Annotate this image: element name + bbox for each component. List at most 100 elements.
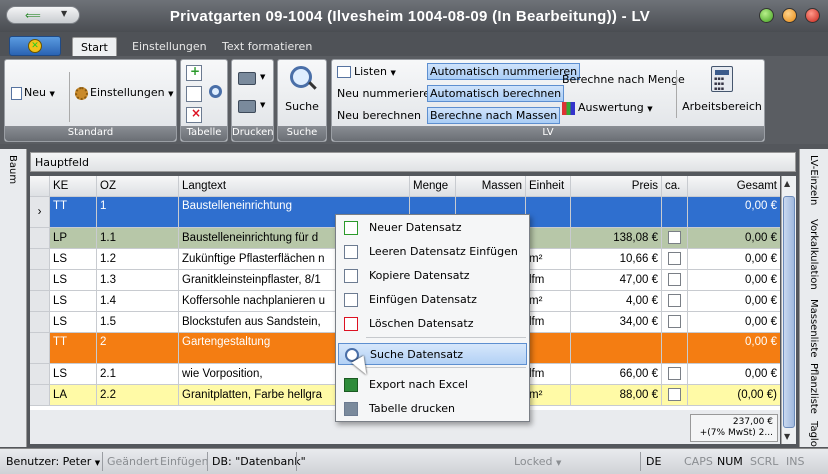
cell-gesamt[interactable]: (0,00 €) — [688, 385, 780, 405]
scrollbar-thumb[interactable] — [783, 196, 795, 428]
cell-einheit[interactable]: lfm — [526, 312, 571, 332]
cell-preis[interactable]: 34,00 € — [571, 312, 662, 332]
locked-dropdown[interactable]: Locked ▼ — [514, 455, 561, 468]
row-indicator[interactable] — [30, 228, 50, 248]
col-header-menge[interactable]: Menge — [410, 176, 456, 196]
cell-oz[interactable]: 1.2 — [97, 249, 179, 269]
tab-einstellungen[interactable]: Einstellungen — [124, 37, 215, 56]
ca-checkbox[interactable] — [668, 294, 681, 308]
cell-ca[interactable] — [662, 333, 688, 363]
row-indicator[interactable]: › — [30, 197, 50, 227]
cell-preis[interactable]: 88,00 € — [571, 385, 662, 405]
chevron-down-icon[interactable]: ▼ — [260, 101, 265, 109]
quick-access-toolbar[interactable]: ⟸ ▼ — [6, 6, 80, 24]
cell-preis[interactable]: 138,08 € — [571, 228, 662, 248]
cell-oz[interactable]: 1.5 — [97, 312, 179, 332]
cell-ke[interactable]: LA — [50, 385, 97, 405]
cell-oz[interactable]: 1.3 — [97, 270, 179, 290]
listen-button[interactable]: Listen ▼ — [337, 65, 396, 78]
kopiere-datensatz-item[interactable]: Kopiere Datensatz — [338, 265, 527, 287]
automatisch-berechnen-toggle[interactable]: Automatisch berechnen — [427, 85, 565, 102]
cell-ke[interactable]: LS — [50, 364, 97, 384]
cell-einheit[interactable]: lfm — [526, 364, 571, 384]
row-indicator[interactable] — [30, 270, 50, 290]
print-preview-icon[interactable] — [238, 100, 256, 113]
cell-preis[interactable]: 4,00 € — [571, 291, 662, 311]
cell-ca[interactable] — [662, 364, 688, 384]
row-indicator[interactable] — [30, 333, 50, 363]
minimize-button[interactable] — [759, 8, 774, 23]
cell-ca[interactable] — [662, 291, 688, 311]
tab-baum[interactable]: Baum — [7, 155, 18, 184]
row-indicator[interactable] — [30, 249, 50, 269]
tab-massenliste[interactable]: Massenliste — [808, 299, 819, 358]
neu-button[interactable]: Neu ▼ — [11, 86, 55, 100]
loeschen-datensatz-item[interactable]: Löschen Datensatz — [338, 313, 527, 335]
col-header-gesamt[interactable]: Gesamt — [688, 176, 780, 196]
cell-gesamt[interactable]: 0,00 € — [688, 364, 780, 384]
neu-nummerieren-button[interactable]: Neu nummerieren — [337, 87, 437, 100]
tab-taglo[interactable]: Taglo — [808, 421, 819, 447]
maximize-button[interactable] — [782, 8, 797, 23]
col-header-massen[interactable]: Massen — [456, 176, 526, 196]
cell-ke[interactable]: TT — [50, 197, 97, 227]
ca-checkbox[interactable] — [668, 231, 681, 245]
cell-ke[interactable]: LS — [50, 249, 97, 269]
cell-preis[interactable]: 47,00 € — [571, 270, 662, 290]
suche-button[interactable]: Suche — [278, 60, 326, 126]
cell-gesamt[interactable]: 0,00 € — [688, 270, 780, 290]
berechne-nach-menge-button[interactable]: Berechne nach Menge — [562, 73, 685, 86]
insert-row-icon[interactable] — [186, 86, 202, 102]
scroll-up-icon[interactable]: ▲ — [784, 179, 790, 188]
cell-gesamt[interactable]: 0,00 € — [688, 197, 780, 227]
row-indicator[interactable] — [30, 364, 50, 384]
tab-pflanzliste[interactable]: Pflanzliste — [808, 363, 819, 414]
tab-start[interactable]: Start — [72, 37, 117, 56]
col-header-langtext[interactable]: Langtext — [179, 176, 410, 196]
back-arrow-icon[interactable]: ⟸ — [25, 9, 41, 22]
einfuegen-datensatz-item[interactable]: Einfügen Datensatz — [338, 289, 527, 311]
col-header-oz[interactable]: OZ — [97, 176, 179, 196]
tab-lv-einzeln[interactable]: LV-Einzeln — [808, 155, 819, 205]
cell-einheit[interactable] — [526, 228, 571, 248]
ca-checkbox[interactable] — [668, 388, 681, 402]
cell-oz[interactable]: 2.2 — [97, 385, 179, 405]
cell-einheit[interactable]: m² — [526, 291, 571, 311]
cell-ke[interactable]: TT — [50, 333, 97, 363]
arbeitsbereich-button[interactable]: Arbeitsbereich — [682, 60, 762, 126]
tabelle-drucken-item[interactable]: Tabelle drucken — [338, 398, 527, 420]
cell-einheit[interactable] — [526, 333, 571, 363]
cell-gesamt[interactable]: 0,00 € — [688, 228, 780, 248]
benutzer-dropdown[interactable]: Benutzer: Peter ▼ — [6, 455, 100, 468]
chevron-down-icon[interactable]: ▼ — [260, 73, 265, 81]
neuer-datensatz-item[interactable]: Neuer Datensatz — [338, 217, 527, 239]
col-header-einheit[interactable]: Einheit — [526, 176, 571, 196]
cell-gesamt[interactable]: 0,00 € — [688, 249, 780, 269]
cell-einheit[interactable]: m² — [526, 249, 571, 269]
cell-ca[interactable] — [662, 228, 688, 248]
cell-oz[interactable]: 1 — [97, 197, 179, 227]
cell-preis[interactable] — [571, 333, 662, 363]
scroll-down-icon[interactable]: ▼ — [784, 432, 790, 441]
export-nach-excel-item[interactable]: Export nach Excel — [338, 374, 527, 396]
search-icon[interactable] — [209, 85, 222, 98]
application-menu-button[interactable]: ✕ — [9, 36, 61, 56]
neu-berechnen-button[interactable]: Neu berechnen — [337, 109, 421, 122]
berechne-nach-massen-toggle[interactable]: Berechne nach Massen — [427, 107, 561, 124]
cell-ke[interactable]: LS — [50, 312, 97, 332]
cell-oz[interactable]: 1.1 — [97, 228, 179, 248]
cell-ca[interactable] — [662, 197, 688, 227]
row-indicator[interactable] — [30, 291, 50, 311]
tab-vorkalkulation[interactable]: Vorkalkulation — [808, 219, 819, 290]
cell-einheit[interactable]: lfm — [526, 270, 571, 290]
col-header-ke[interactable]: KE — [50, 176, 97, 196]
ca-checkbox[interactable] — [668, 273, 681, 287]
tab-text-formatieren[interactable]: Text formatieren — [214, 37, 320, 56]
vertical-scrollbar[interactable]: ▲ ▼ — [781, 176, 796, 444]
auswertung-button[interactable]: Auswertung ▼ — [562, 101, 653, 115]
cell-einheit[interactable] — [526, 197, 571, 227]
row-indicator[interactable] — [30, 385, 50, 405]
row-indicator[interactable] — [30, 312, 50, 332]
close-button[interactable] — [805, 8, 820, 23]
cell-gesamt[interactable]: 0,00 € — [688, 291, 780, 311]
